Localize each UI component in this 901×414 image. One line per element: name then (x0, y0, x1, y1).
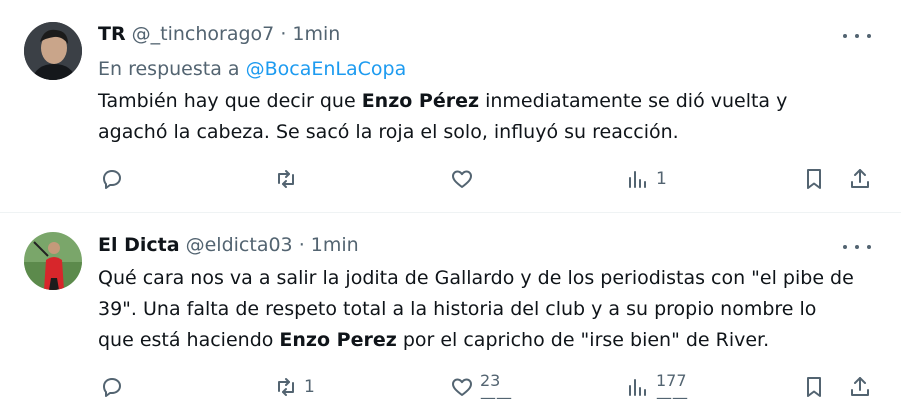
more-button[interactable] (843, 237, 871, 257)
more-button[interactable] (843, 26, 871, 46)
reply-handle-link[interactable]: @BocaEnLaCopa (246, 58, 407, 80)
bookmark-button[interactable] (802, 164, 826, 194)
views-count-animating: 177 —— (656, 372, 688, 402)
tweet-2[interactable]: El Dicta @eldicta03 · 1min Qué cara nos … (0, 213, 901, 414)
like-count-next: —— (480, 388, 512, 402)
share-button[interactable] (848, 164, 872, 194)
mention-bold: Enzo Pérez (361, 90, 480, 112)
share-icon (851, 169, 869, 188)
views-button[interactable]: 177 —— (626, 372, 688, 402)
views-icon (629, 171, 646, 188)
like-count: 23 (480, 372, 501, 390)
tweet-text-part: por el capricho de "irse bien" de River. (396, 329, 770, 351)
reply-icon (103, 378, 121, 397)
tweet-1[interactable]: TR @_tinchorago7 · 1min En respuesta a @… (0, 0, 901, 212)
user-handle[interactable]: @_tinchorago7 (132, 23, 275, 45)
tweet-header: El Dicta @eldicta03 · 1min (98, 234, 359, 256)
reply-icon (103, 170, 121, 189)
reply-context: En respuesta a @BocaEnLaCopa (98, 58, 406, 80)
action-bar: 1 23 —— 177 —— (98, 372, 878, 402)
retweet-button[interactable] (274, 164, 304, 194)
share-icon (851, 377, 869, 396)
timestamp[interactable]: 1min (311, 234, 359, 256)
like-icon (452, 170, 472, 188)
views-count-next: —— (656, 388, 688, 402)
avatar[interactable] (24, 232, 82, 290)
retweet-icon (278, 378, 294, 396)
display-name[interactable]: El Dicta (98, 234, 180, 256)
user-handle[interactable]: @eldicta03 (186, 234, 293, 256)
reply-button[interactable] (100, 164, 130, 194)
tweet-text: También hay que decir que Enzo Pérez inm… (98, 86, 858, 148)
action-bar: 1 (98, 164, 878, 194)
separator: · (280, 23, 287, 45)
reply-button[interactable] (100, 372, 130, 402)
tweet-text: Qué cara nos va a salir la jodita de Gal… (98, 263, 858, 356)
retweet-button[interactable]: 1 (274, 372, 315, 402)
bookmark-icon (807, 169, 821, 189)
tweet-text-part: También hay que decir que (98, 90, 362, 112)
mention-bold: Enzo Perez (279, 329, 397, 351)
like-icon (452, 378, 472, 396)
views-button[interactable]: 1 (626, 164, 667, 194)
separator: · (298, 234, 305, 256)
more-icon (843, 245, 847, 249)
like-button[interactable] (450, 164, 480, 194)
like-count-animating: 23 —— (480, 372, 512, 402)
retweet-count: 1 (304, 377, 315, 397)
avatar[interactable] (24, 22, 82, 80)
retweet-icon (278, 170, 294, 188)
views-icon (629, 379, 646, 396)
display-name[interactable]: TR (98, 23, 126, 45)
views-count: 177 (656, 372, 687, 390)
views-count: 1 (656, 169, 667, 189)
timestamp[interactable]: 1min (292, 23, 340, 45)
tweet-header: TR @_tinchorago7 · 1min (98, 23, 340, 45)
bookmark-icon (807, 377, 821, 397)
more-icon (843, 34, 847, 38)
reply-prefix: En respuesta a (98, 58, 240, 80)
bookmark-button[interactable] (802, 372, 826, 402)
share-button[interactable] (848, 372, 872, 402)
like-button[interactable]: 23 —— (450, 372, 512, 402)
